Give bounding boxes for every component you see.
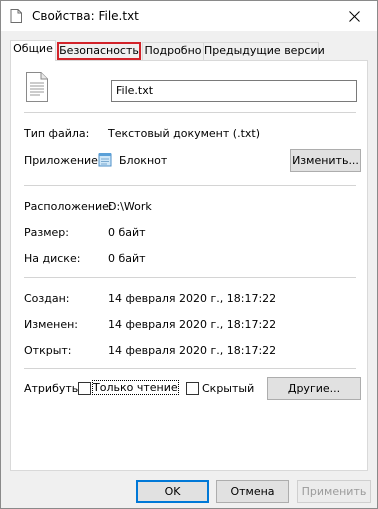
location-value: D:\Work xyxy=(108,200,152,213)
modified-label: Изменен: xyxy=(24,318,79,331)
created-value: 14 февраля 2020 г., 18:17:22 xyxy=(108,292,277,305)
created-label: Создан: xyxy=(24,292,70,305)
tab-details-label: Подробно xyxy=(144,44,202,57)
separator xyxy=(24,277,356,278)
file-name-input[interactable]: File.txt xyxy=(111,80,357,102)
advanced-attributes-button[interactable]: Другие... xyxy=(267,377,361,400)
apply-button[interactable]: Применить xyxy=(297,480,371,503)
application-value: Блокнот xyxy=(119,154,168,167)
window-title: Свойства: File.txt xyxy=(32,9,139,23)
modified-value: 14 февраля 2020 г., 18:17:22 xyxy=(108,318,277,331)
readonly-label[interactable]: Только чтение xyxy=(92,380,179,395)
general-panel: File.txt Тип файла: Текстовый документ (… xyxy=(10,60,368,471)
application-label: Приложение: xyxy=(24,154,102,167)
readonly-checkbox[interactable] xyxy=(78,382,91,395)
tab-security[interactable]: Безопасность xyxy=(57,42,141,60)
change-app-button[interactable]: Изменить... xyxy=(290,149,361,172)
hidden-checkbox[interactable] xyxy=(186,382,199,395)
notepad-icon xyxy=(98,153,112,167)
location-label: Расположение: xyxy=(24,200,113,213)
accessed-value: 14 февраля 2020 г., 18:17:22 xyxy=(108,344,277,357)
size-on-disk-label: На диске: xyxy=(24,252,81,265)
tab-security-label: Безопасность xyxy=(59,44,139,57)
hidden-label[interactable]: Скрытый xyxy=(202,382,254,395)
tab-previous-versions-label: Предыдущие версии xyxy=(204,44,325,57)
size-value: 0 байт xyxy=(108,226,146,239)
file-type-value: Текстовый документ (.txt) xyxy=(108,127,260,140)
title-bar[interactable]: Свойства: File.txt xyxy=(1,1,377,31)
separator xyxy=(24,185,356,186)
tab-previous-versions[interactable]: Предыдущие версии xyxy=(203,42,325,60)
text-file-icon xyxy=(26,72,48,102)
cancel-button[interactable]: Отмена xyxy=(216,480,289,503)
properties-dialog: Свойства: File.txt Общие Безопасность По… xyxy=(0,0,378,509)
close-button[interactable] xyxy=(331,1,377,31)
tab-general[interactable]: Общие xyxy=(10,40,56,61)
attributes-label: Атрибуты: xyxy=(24,382,85,395)
separator xyxy=(24,112,356,113)
accessed-label: Открыт: xyxy=(24,344,72,357)
close-icon xyxy=(348,10,360,22)
file-type-label: Тип файла: xyxy=(24,127,90,140)
separator xyxy=(24,368,356,369)
tab-details[interactable]: Подробно xyxy=(142,42,204,60)
ok-button[interactable]: OK xyxy=(136,480,209,503)
document-icon xyxy=(10,9,22,23)
size-label: Размер: xyxy=(24,226,69,239)
tab-general-label: Общие xyxy=(13,42,53,55)
size-on-disk-value: 0 байт xyxy=(108,252,146,265)
